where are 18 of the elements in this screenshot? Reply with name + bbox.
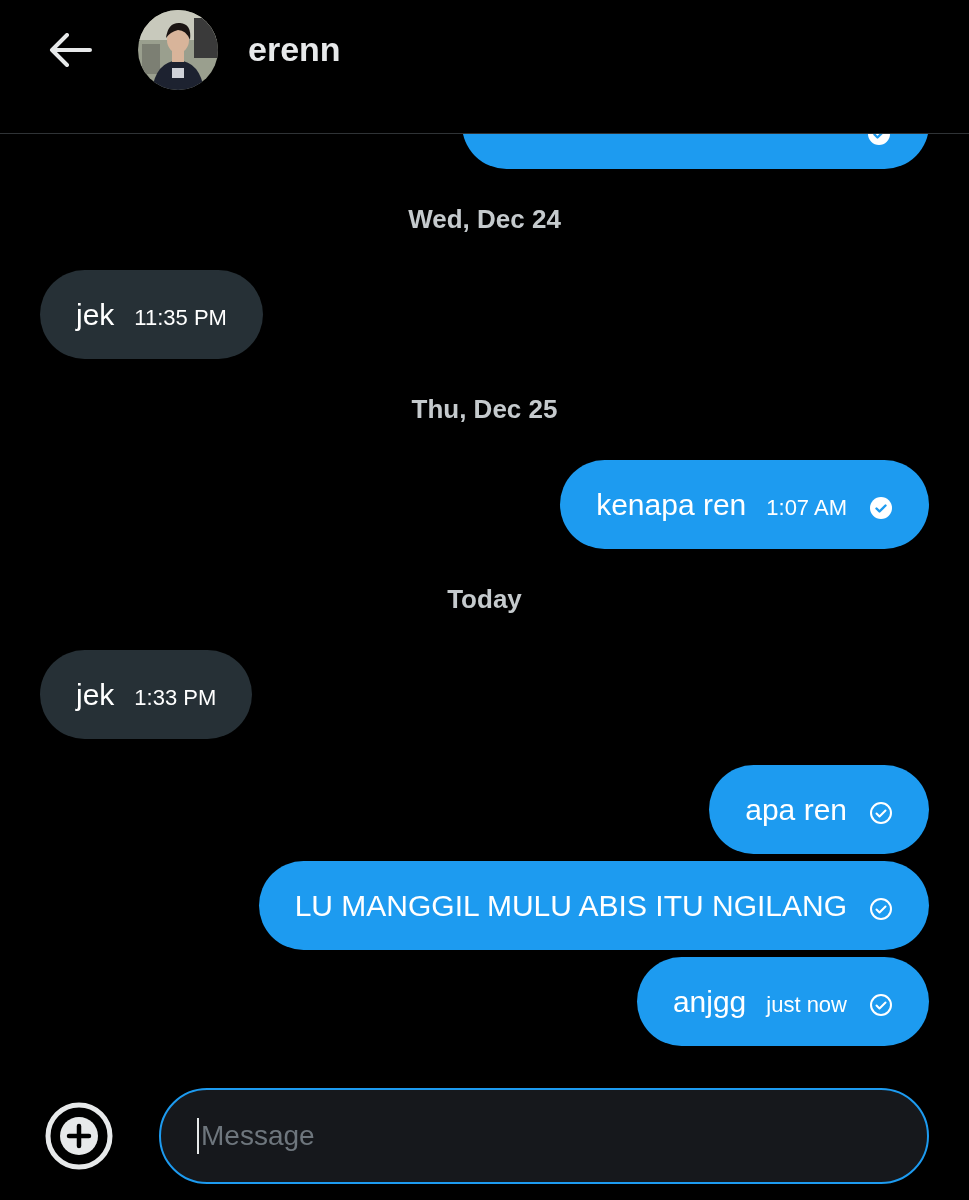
text-cursor: [197, 1118, 199, 1154]
message-text: kenapa ren: [596, 487, 747, 522]
contact-name[interactable]: erenn: [248, 30, 341, 69]
message-time: 1:33 PM: [134, 683, 217, 711]
message-field[interactable]: Message: [159, 1088, 929, 1184]
add-icon[interactable]: [45, 1102, 113, 1170]
message-time: 11:35 PM: [134, 303, 227, 331]
message-text: LU MANGGIL MULU ABIS ITU NGILANG: [294, 888, 847, 923]
date-separator: Today: [446, 583, 523, 616]
message-text: jek: [76, 677, 115, 712]
date-separator: Wed, Dec 24: [407, 203, 562, 236]
message-time: just now: [766, 990, 847, 1018]
back-arrow-icon[interactable]: [48, 32, 92, 67]
message-text: jek: [76, 297, 115, 332]
message-time: 1:07 AM: [766, 493, 847, 521]
message-text: anjgg: [672, 984, 747, 1019]
message-text: apa ren: [745, 792, 847, 827]
date-separator: Thu, Dec 25: [410, 393, 559, 426]
